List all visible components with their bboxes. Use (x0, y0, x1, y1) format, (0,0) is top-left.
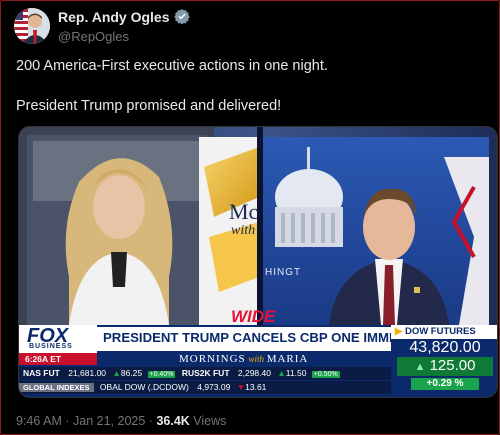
meta-separator: · (148, 414, 153, 428)
tweet-date[interactable]: Jan 21, 2025 (73, 414, 145, 428)
lower-third: FOX BUSINESS 6:26A ET PRESIDENT TRUMP CA… (19, 325, 497, 397)
tweet-time[interactable]: 9:46 AM (16, 414, 62, 428)
verified-badge-icon (173, 8, 190, 28)
show-name: MORNINGS with MARIA (179, 353, 309, 365)
tweet-header: Rep. Andy Ogles @RepOgles (14, 8, 190, 44)
author-name-text[interactable]: Rep. Andy Ogles (58, 9, 170, 26)
tweet-line-1: 200 America-First executive actions in o… (16, 58, 328, 74)
background-sign-left-sub: with (231, 223, 256, 238)
author-display-name[interactable]: Rep. Andy Ogles (58, 8, 190, 28)
wide-label: WIDE (231, 307, 276, 326)
tweet-line-2: President Trump promised and delivered! (16, 98, 282, 114)
background-sign-right: HINGT (265, 267, 302, 278)
clock-badge: 6:26A ET (19, 353, 97, 365)
meta-separator: · (65, 414, 70, 428)
views-label: Views (193, 414, 227, 428)
headline-bar: PRESIDENT TRUMP CANCELS CBP ONE IMMIGRAT… (97, 327, 483, 351)
author-handle[interactable]: @RepOgles (58, 28, 190, 45)
dow-futures-panel: ▶ DOW FUTURES 43,820.00 ▲ 125.00 +0.29 % (391, 325, 497, 397)
ticker-row-1: NAS FUT 21,681.00 ▲86.25 +0.40% RUS2K FU… (19, 367, 391, 380)
anchor-woman (65, 158, 173, 325)
background-sign-left: Mc (229, 199, 259, 224)
views-count: 36.4K (156, 414, 190, 428)
ticker-row-2: GLOBAL INDEXES OBAL DOW (.DCDOW) 4,973.0… (19, 381, 391, 394)
tweet-meta: 9:46 AM · Jan 21, 2025 · 36.4K Views (16, 414, 226, 428)
tweet-body: 200 America-First executive actions in o… (16, 56, 486, 136)
fox-business-logo: FOX BUSINESS (19, 325, 97, 353)
video-media[interactable]: Mc with HINGT WIDE FOX BUSINESS 6:26A ET… (18, 126, 498, 398)
avatar[interactable] (14, 8, 50, 44)
